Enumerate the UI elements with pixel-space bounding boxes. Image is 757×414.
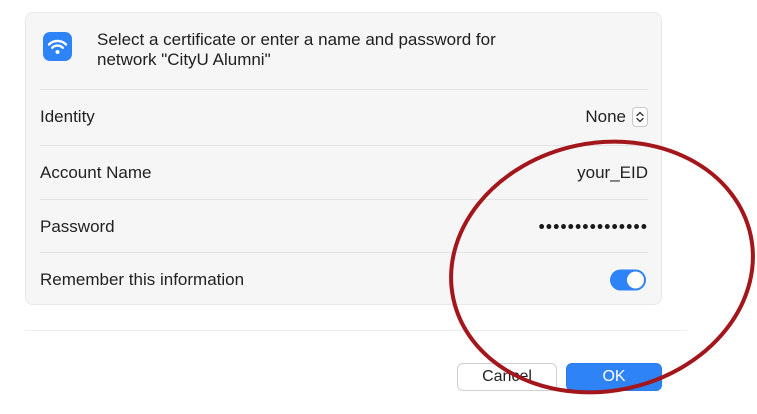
network-login-dialog: Select a certificate or enter a name and… [0, 0, 757, 414]
account-name-row: Account Name your_EID [40, 145, 648, 201]
up-down-chevron-icon [632, 107, 648, 127]
cancel-button[interactable]: Cancel [457, 363, 557, 391]
footer-divider [25, 330, 687, 331]
identity-popup[interactable]: None [585, 107, 648, 127]
identity-value: None [585, 107, 626, 126]
dialog-message-line-1: Select a certificate or enter a name and… [97, 30, 496, 49]
remember-toggle[interactable] [610, 269, 646, 291]
identity-label: Identity [40, 107, 95, 126]
wifi-icon [43, 32, 72, 61]
account-name-field[interactable]: your_EID [577, 163, 648, 183]
password-row: Password ••••••••••••••• [40, 199, 648, 255]
toggle-knob [627, 271, 644, 289]
password-field[interactable]: ••••••••••••••• [538, 217, 648, 238]
dialog-header: Select a certificate or enter a name and… [26, 13, 661, 89]
dialog-message: Select a certificate or enter a name and… [97, 30, 617, 70]
identity-row: Identity None [40, 89, 648, 145]
account-name-label: Account Name [40, 163, 152, 182]
remember-label: Remember this information [40, 270, 245, 289]
remember-row: Remember this information [40, 252, 648, 308]
ok-button[interactable]: OK [566, 363, 662, 391]
password-label: Password [40, 217, 115, 236]
credentials-panel: Select a certificate or enter a name and… [25, 12, 662, 305]
dialog-message-line-2: network "CityU Alumni" [97, 50, 271, 69]
